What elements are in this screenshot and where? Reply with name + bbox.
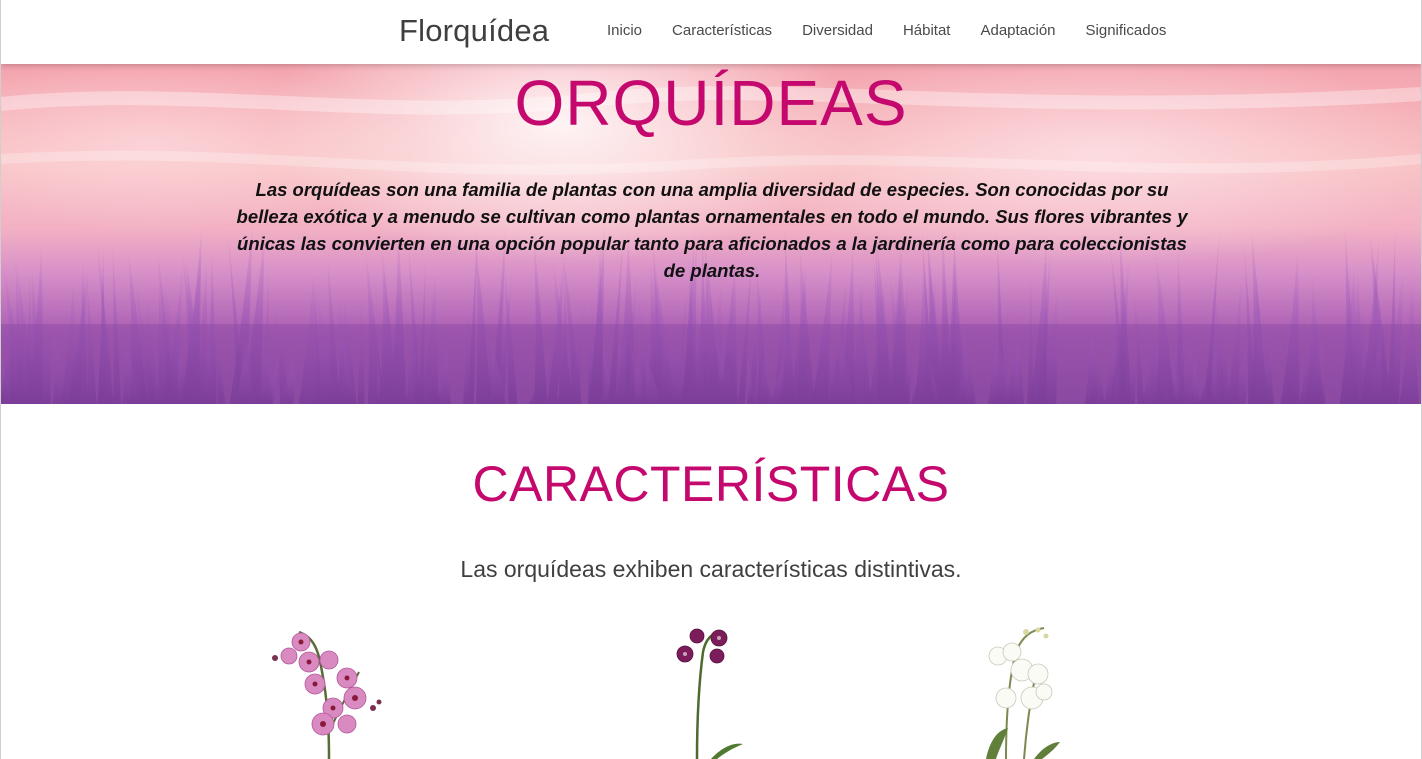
section-title-caracteristicas: CARACTERÍSTICAS [472, 456, 950, 512]
nav-link-habitat[interactable]: Hábitat [903, 22, 951, 39]
purple-orchid-image [661, 612, 761, 759]
pink-orchid-image [249, 612, 433, 759]
hero-description: Las orquídeas son una familia de plantas… [236, 179, 1188, 281]
white-orchid-image [976, 612, 1076, 759]
page: Florquídea Inicio Características Divers… [0, 0, 1422, 759]
hero-banner: ORQUÍDEAS Las orquídeas son una familia … [1, 64, 1421, 404]
nav-link-significados[interactable]: Significados [1086, 22, 1167, 39]
nav-link-inicio[interactable]: Inicio [607, 22, 642, 39]
section-subtitle: Las orquídeas exhiben características di… [460, 556, 962, 582]
nav-links: Inicio Características Diversidad Hábita… [607, 22, 1196, 39]
nav-link-adaptacion[interactable]: Adaptación [980, 22, 1055, 39]
nav-link-diversidad[interactable]: Diversidad [802, 22, 873, 39]
navbar: Florquídea Inicio Características Divers… [1, 0, 1421, 64]
nav-link-caracteristicas[interactable]: Características [672, 22, 772, 39]
hero-title: ORQUÍDEAS [514, 67, 908, 139]
brand-logo-link[interactable]: Florquídea [399, 13, 549, 49]
